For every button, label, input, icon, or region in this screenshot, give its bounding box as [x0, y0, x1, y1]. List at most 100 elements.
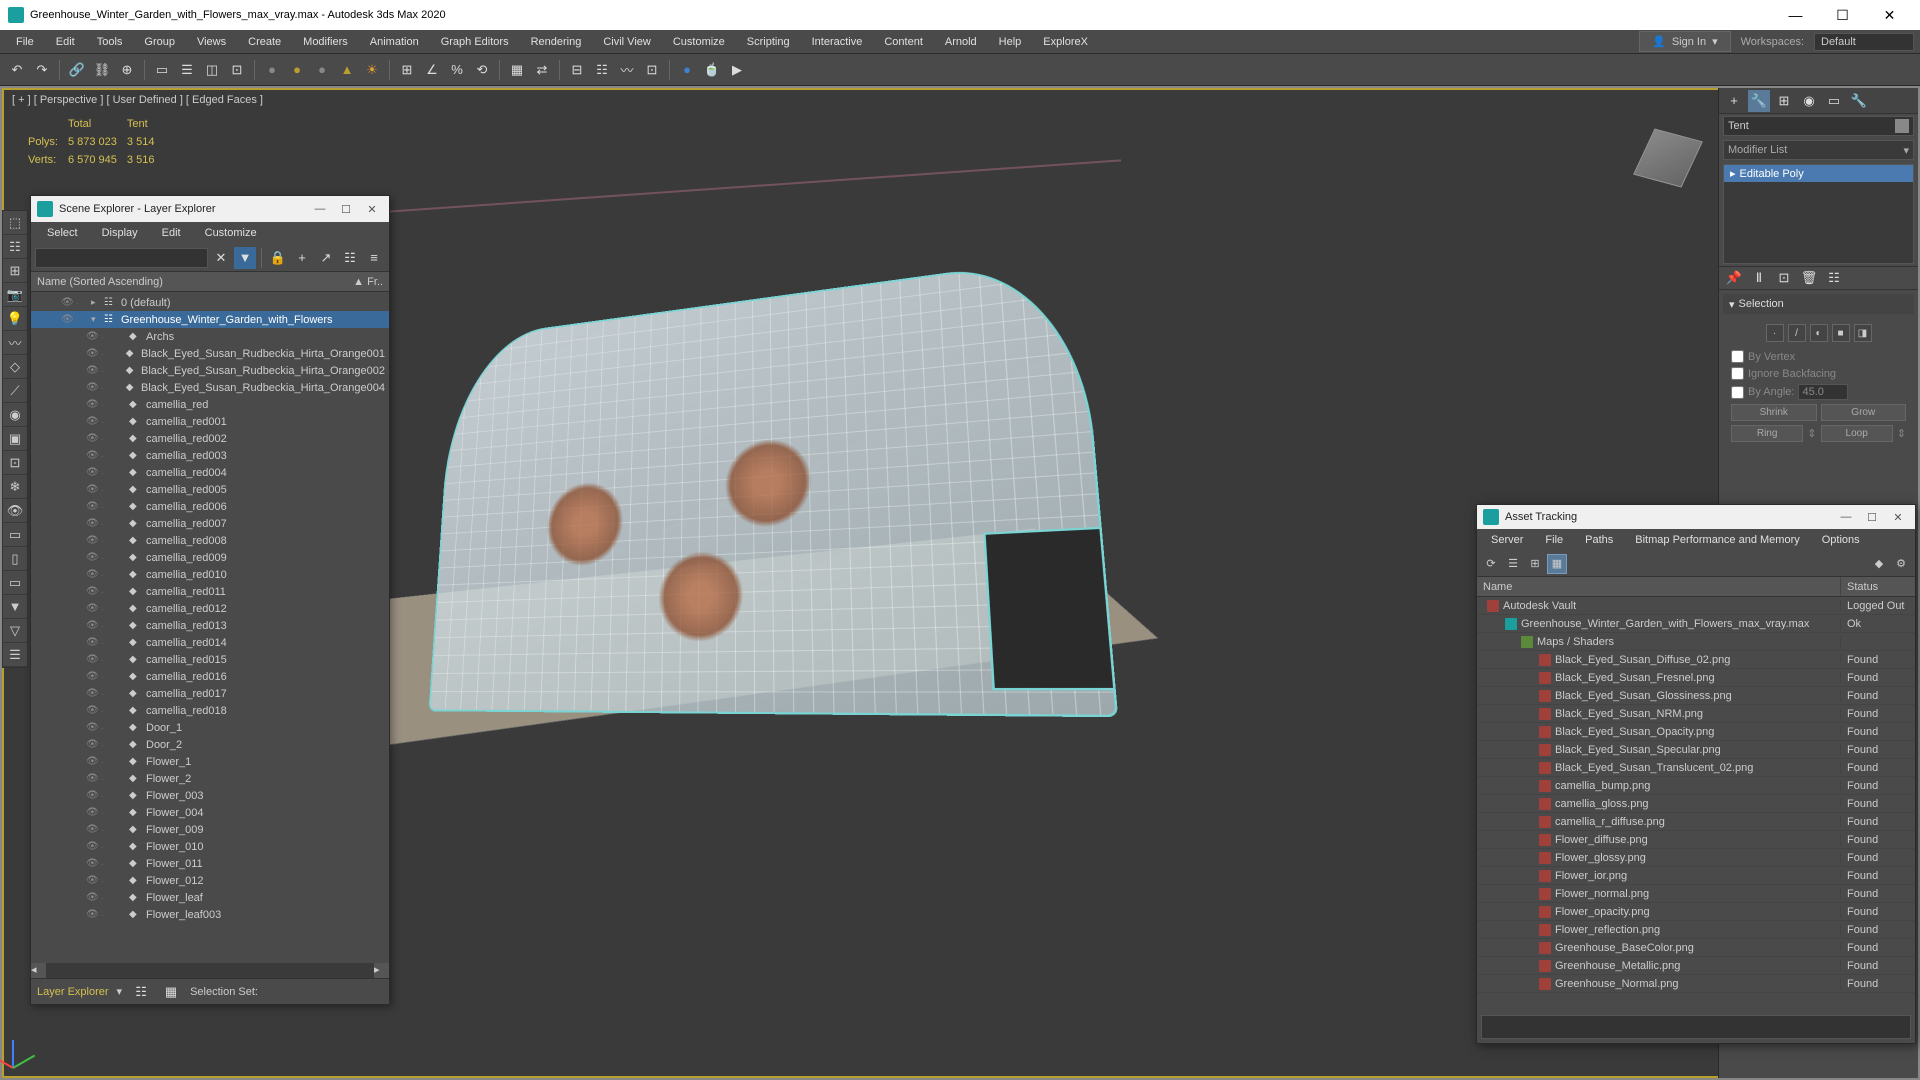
edge-subobj-icon[interactable]: / — [1788, 324, 1806, 342]
tree-row[interactable]: 👁·◆Flower_010 — [31, 838, 389, 855]
tree-row[interactable]: 👁·◆camellia_red003 — [31, 447, 389, 464]
visibility-icon[interactable]: 👁 — [86, 399, 98, 410]
asset-row[interactable]: Greenhouse_Winter_Garden_with_Flowers_ma… — [1477, 615, 1915, 633]
hierarchy-tab-icon[interactable]: ⊞ — [1773, 90, 1795, 112]
visibility-icon[interactable]: 👁 — [86, 654, 98, 665]
render-frame-icon[interactable]: ▶ — [726, 59, 748, 81]
unlink-icon[interactable]: ⛓ — [91, 59, 113, 81]
freeze-icon[interactable]: · — [101, 434, 113, 444]
stack-editable-poly[interactable]: ▸Editable Poly — [1724, 165, 1913, 182]
asset-row[interactable]: camellia_bump.pngFound — [1477, 777, 1915, 795]
freeze-icon[interactable]: · — [101, 621, 113, 631]
freeze-icon[interactable]: · — [101, 757, 113, 767]
tree-row[interactable]: 👁·◆camellia_red011 — [31, 583, 389, 600]
lt-camera-icon[interactable]: 📷 — [3, 283, 27, 307]
se-add-icon[interactable]: + — [291, 247, 313, 269]
visibility-icon[interactable]: 👁 — [86, 450, 98, 461]
menu-create[interactable]: Create — [238, 33, 291, 51]
se-lock-icon[interactable]: 🔒 — [267, 247, 289, 269]
freeze-icon[interactable]: · — [101, 587, 113, 597]
se-clear-icon[interactable]: ✕ — [210, 247, 232, 269]
asset-row[interactable]: Flower_glossy.pngFound — [1477, 849, 1915, 867]
visibility-icon[interactable]: 👁 — [86, 467, 98, 478]
visibility-icon[interactable]: 👁 — [86, 348, 98, 359]
configure-icon[interactable]: ☷ — [1823, 267, 1845, 289]
lt-shape-icon[interactable]: 〰 — [3, 331, 27, 355]
tree-row[interactable]: 👁·◆Flower_009 — [31, 821, 389, 838]
visibility-icon[interactable]: 👁 — [86, 824, 98, 835]
sphere2-icon[interactable]: ● — [286, 59, 308, 81]
at-maximize-icon[interactable]: ☐ — [1861, 511, 1883, 524]
by-vertex-checkbox[interactable] — [1731, 350, 1744, 363]
visibility-icon[interactable]: 👁 — [86, 603, 98, 614]
se-filter-icon[interactable]: ▼ — [234, 247, 256, 269]
menu-interactive[interactable]: Interactive — [802, 33, 873, 51]
se-foot-layers-icon[interactable]: ☷ — [130, 981, 152, 1003]
lt-group-icon[interactable]: ▣ — [3, 427, 27, 451]
freeze-icon[interactable]: · — [101, 893, 113, 903]
modifier-list-dropdown[interactable]: Modifier List▾ — [1723, 140, 1914, 160]
at-menu-paths[interactable]: Paths — [1575, 531, 1623, 549]
asset-row[interactable]: Flower_diffuse.pngFound — [1477, 831, 1915, 849]
asset-row[interactable]: Black_Eyed_Susan_Diffuse_02.pngFound — [1477, 651, 1915, 669]
workspace-select[interactable]: Default — [1814, 33, 1914, 51]
at-menu-file[interactable]: File — [1535, 531, 1573, 549]
asset-row[interactable]: Maps / Shaders — [1477, 633, 1915, 651]
tree-row[interactable]: 👁·◆Flower_011 — [31, 855, 389, 872]
asset-row[interactable]: Black_Eyed_Susan_Glossiness.pngFound — [1477, 687, 1915, 705]
visibility-icon[interactable]: 👁 — [86, 790, 98, 801]
visibility-icon[interactable]: 👁 — [86, 909, 98, 920]
freeze-icon[interactable]: · — [101, 638, 113, 648]
tree-row[interactable]: 👁·◆camellia_red008 — [31, 532, 389, 549]
lt-doc-icon[interactable]: ▭ — [3, 523, 27, 547]
tree-row[interactable]: 👁·◆camellia_red002 — [31, 430, 389, 447]
asset-row[interactable]: Greenhouse_Normal.pngFound — [1477, 975, 1915, 993]
border-subobj-icon[interactable]: ◐ — [1810, 324, 1828, 342]
freeze-icon[interactable]: · — [101, 604, 113, 614]
visibility-icon[interactable]: 👁 — [86, 552, 98, 563]
visibility-icon[interactable]: 👁 — [86, 841, 98, 852]
visibility-icon[interactable]: 👁 — [86, 722, 98, 733]
visibility-icon[interactable]: 👁 — [86, 637, 98, 648]
visibility-icon[interactable]: 👁 — [86, 756, 98, 767]
freeze-icon[interactable]: · — [101, 536, 113, 546]
at-menu-server[interactable]: Server — [1481, 531, 1533, 549]
asset-path-input[interactable] — [1481, 1015, 1911, 1039]
maximize-button[interactable]: ☐ — [1820, 1, 1865, 29]
tree-row[interactable]: 👁·◆Flower_1 — [31, 753, 389, 770]
scene-search-input[interactable] — [35, 248, 208, 268]
tree-row[interactable]: 👁·◆Flower_012 — [31, 872, 389, 889]
tree-row[interactable]: 👁·◆camellia_red014 — [31, 634, 389, 651]
modifier-stack[interactable]: ▸Editable Poly — [1723, 164, 1914, 264]
freeze-icon[interactable]: · — [101, 842, 113, 852]
panel-maximize-icon[interactable]: ☐ — [335, 203, 357, 216]
visibility-icon[interactable]: 👁 — [86, 416, 98, 427]
material-icon[interactable]: ● — [676, 59, 698, 81]
freeze-icon[interactable]: · — [101, 400, 113, 410]
asset-row[interactable]: Flower_normal.pngFound — [1477, 885, 1915, 903]
freeze-icon[interactable]: · — [101, 910, 113, 920]
freeze-icon[interactable]: · — [101, 808, 113, 818]
visibility-icon[interactable]: 👁 — [86, 501, 98, 512]
at-minimize-icon[interactable]: — — [1835, 511, 1857, 524]
menu-rendering[interactable]: Rendering — [521, 33, 592, 51]
visibility-icon[interactable]: 👁 — [86, 535, 98, 546]
freeze-icon[interactable]: · — [101, 519, 113, 529]
menu-animation[interactable]: Animation — [360, 33, 429, 51]
motion-tab-icon[interactable]: ◉ — [1798, 90, 1820, 112]
tree-row[interactable]: 👁·◆camellia_red015 — [31, 651, 389, 668]
asset-row[interactable]: Black_Eyed_Susan_Specular.pngFound — [1477, 741, 1915, 759]
menu-customize[interactable]: Customize — [663, 33, 735, 51]
panel-minimize-icon[interactable]: — — [309, 203, 331, 216]
visibility-icon[interactable]: 👁 — [86, 858, 98, 869]
lt-doc3-icon[interactable]: ▭ — [3, 571, 27, 595]
freeze-icon[interactable]: · — [101, 706, 113, 716]
modify-tab-icon[interactable]: 🔧 — [1748, 90, 1770, 112]
menu-content[interactable]: Content — [874, 33, 933, 51]
selection-rollout-header[interactable]: ▾Selection — [1723, 294, 1914, 314]
visibility-icon[interactable]: 👁 — [86, 705, 98, 716]
tree-row[interactable]: 👁·▾☷Greenhouse_Winter_Garden_with_Flower… — [31, 311, 389, 328]
se-menu-display[interactable]: Display — [92, 224, 148, 242]
freeze-icon[interactable]: · — [101, 468, 113, 478]
asset-row[interactable]: Flower_reflection.pngFound — [1477, 921, 1915, 939]
